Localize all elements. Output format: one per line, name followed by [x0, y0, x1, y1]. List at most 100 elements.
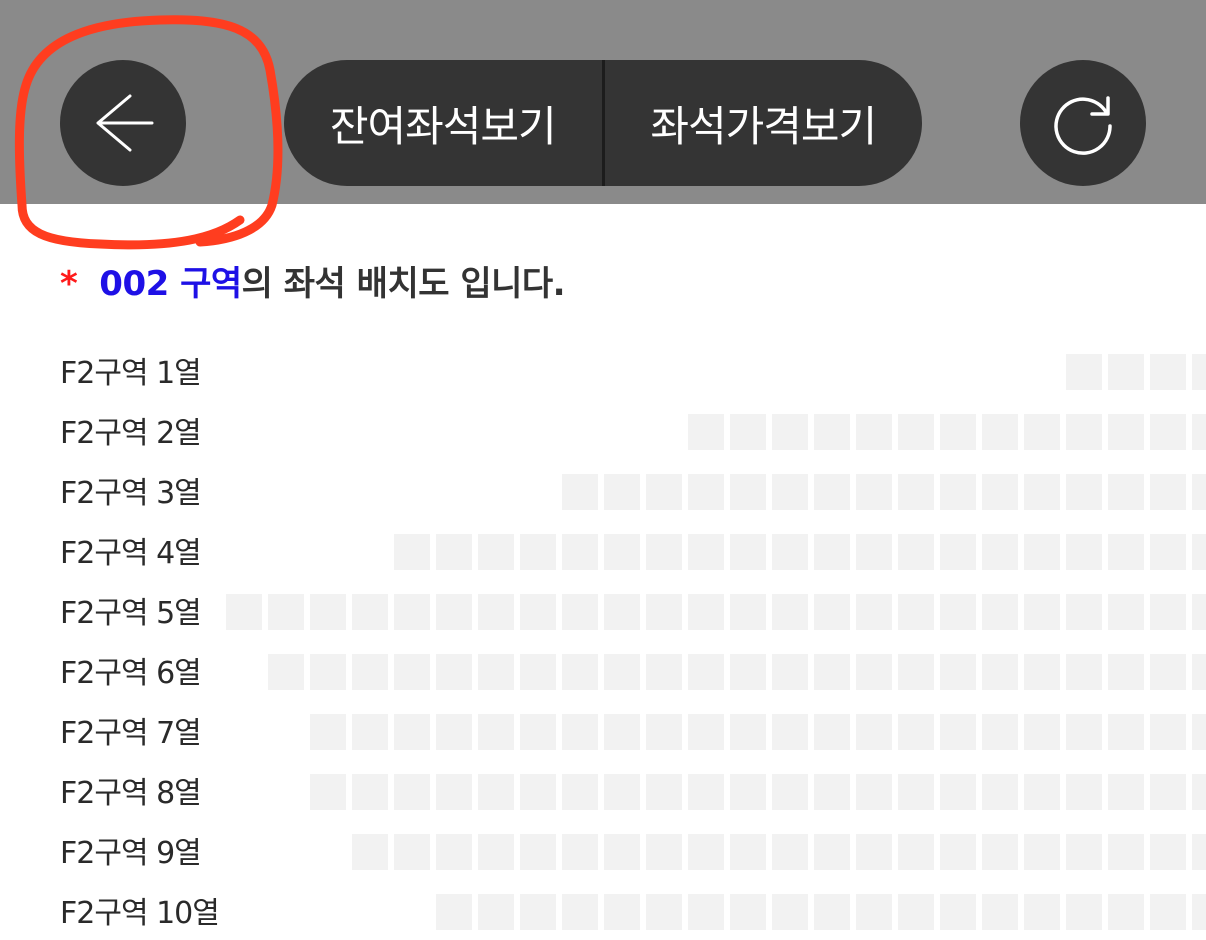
seat[interactable] — [562, 594, 598, 630]
seat[interactable] — [940, 474, 976, 510]
seat[interactable] — [982, 594, 1018, 630]
seat[interactable] — [562, 654, 598, 690]
seat[interactable] — [982, 774, 1018, 810]
seat[interactable] — [688, 774, 724, 810]
seat[interactable] — [982, 474, 1018, 510]
seat[interactable] — [814, 834, 850, 870]
seat[interactable] — [1066, 474, 1102, 510]
seat[interactable] — [520, 534, 556, 570]
seat[interactable] — [982, 834, 1018, 870]
seat[interactable] — [1108, 654, 1144, 690]
seat[interactable] — [436, 714, 472, 750]
seat[interactable] — [352, 834, 388, 870]
seat[interactable] — [1108, 534, 1144, 570]
seat[interactable] — [394, 594, 430, 630]
seat[interactable] — [1066, 654, 1102, 690]
seat[interactable] — [394, 714, 430, 750]
seat[interactable] — [772, 894, 808, 930]
seat[interactable] — [982, 654, 1018, 690]
seat[interactable] — [436, 894, 472, 930]
seat[interactable] — [688, 414, 724, 450]
seat[interactable] — [730, 414, 766, 450]
seat[interactable] — [856, 894, 892, 930]
seat[interactable] — [1108, 594, 1144, 630]
seat[interactable] — [1108, 474, 1144, 510]
seat[interactable] — [646, 894, 682, 930]
seat[interactable] — [520, 834, 556, 870]
seat[interactable] — [604, 714, 640, 750]
seat[interactable] — [1108, 414, 1144, 450]
seat[interactable] — [898, 414, 934, 450]
seat[interactable] — [856, 414, 892, 450]
seat[interactable] — [1150, 534, 1186, 570]
seat[interactable] — [436, 594, 472, 630]
seat[interactable] — [478, 834, 514, 870]
seat[interactable] — [1024, 774, 1060, 810]
seat[interactable] — [1192, 594, 1206, 630]
seat[interactable] — [730, 594, 766, 630]
seat[interactable] — [1066, 834, 1102, 870]
seat[interactable] — [1024, 474, 1060, 510]
seat[interactable] — [604, 534, 640, 570]
seat[interactable] — [562, 474, 598, 510]
seat[interactable] — [814, 654, 850, 690]
seat[interactable] — [604, 894, 640, 930]
seat[interactable] — [1192, 414, 1206, 450]
seat[interactable] — [352, 594, 388, 630]
seat[interactable] — [856, 834, 892, 870]
seat[interactable] — [1192, 534, 1206, 570]
seat[interactable] — [1150, 474, 1186, 510]
seat[interactable] — [772, 594, 808, 630]
seat[interactable] — [394, 534, 430, 570]
seat[interactable] — [856, 594, 892, 630]
seat[interactable] — [940, 834, 976, 870]
seat[interactable] — [772, 834, 808, 870]
seat[interactable] — [520, 774, 556, 810]
seat[interactable] — [1108, 774, 1144, 810]
seat[interactable] — [856, 474, 892, 510]
seat[interactable] — [1192, 654, 1206, 690]
refresh-button[interactable] — [1020, 60, 1146, 186]
seat[interactable] — [310, 714, 346, 750]
seat[interactable] — [1150, 894, 1186, 930]
back-button[interactable] — [60, 60, 186, 186]
seat[interactable] — [814, 474, 850, 510]
seat[interactable] — [1192, 474, 1206, 510]
seat[interactable] — [268, 654, 304, 690]
seat[interactable] — [520, 894, 556, 930]
seat[interactable] — [478, 714, 514, 750]
seat[interactable] — [982, 714, 1018, 750]
seat[interactable] — [520, 594, 556, 630]
seat[interactable] — [898, 714, 934, 750]
seat[interactable] — [394, 774, 430, 810]
seat[interactable] — [688, 474, 724, 510]
seat[interactable] — [436, 834, 472, 870]
seat[interactable] — [730, 654, 766, 690]
seat[interactable] — [730, 834, 766, 870]
seat[interactable] — [1192, 774, 1206, 810]
seat[interactable] — [1192, 354, 1206, 390]
seat[interactable] — [478, 894, 514, 930]
seat[interactable] — [940, 774, 976, 810]
seat[interactable] — [1150, 654, 1186, 690]
seat[interactable] — [646, 594, 682, 630]
seat[interactable] — [1066, 534, 1102, 570]
seat[interactable] — [772, 414, 808, 450]
seat[interactable] — [646, 714, 682, 750]
seat[interactable] — [478, 534, 514, 570]
seat[interactable] — [1192, 834, 1206, 870]
seat[interactable] — [730, 474, 766, 510]
seat[interactable] — [898, 654, 934, 690]
seat[interactable] — [688, 714, 724, 750]
seat[interactable] — [562, 834, 598, 870]
seat[interactable] — [898, 474, 934, 510]
seat[interactable] — [814, 534, 850, 570]
seat[interactable] — [1024, 534, 1060, 570]
seat[interactable] — [1108, 834, 1144, 870]
seat[interactable] — [562, 534, 598, 570]
seat[interactable] — [604, 594, 640, 630]
seat[interactable] — [520, 654, 556, 690]
seat[interactable] — [478, 594, 514, 630]
remaining-seats-button[interactable]: 잔여좌석보기 — [284, 60, 602, 186]
seat[interactable] — [1066, 594, 1102, 630]
